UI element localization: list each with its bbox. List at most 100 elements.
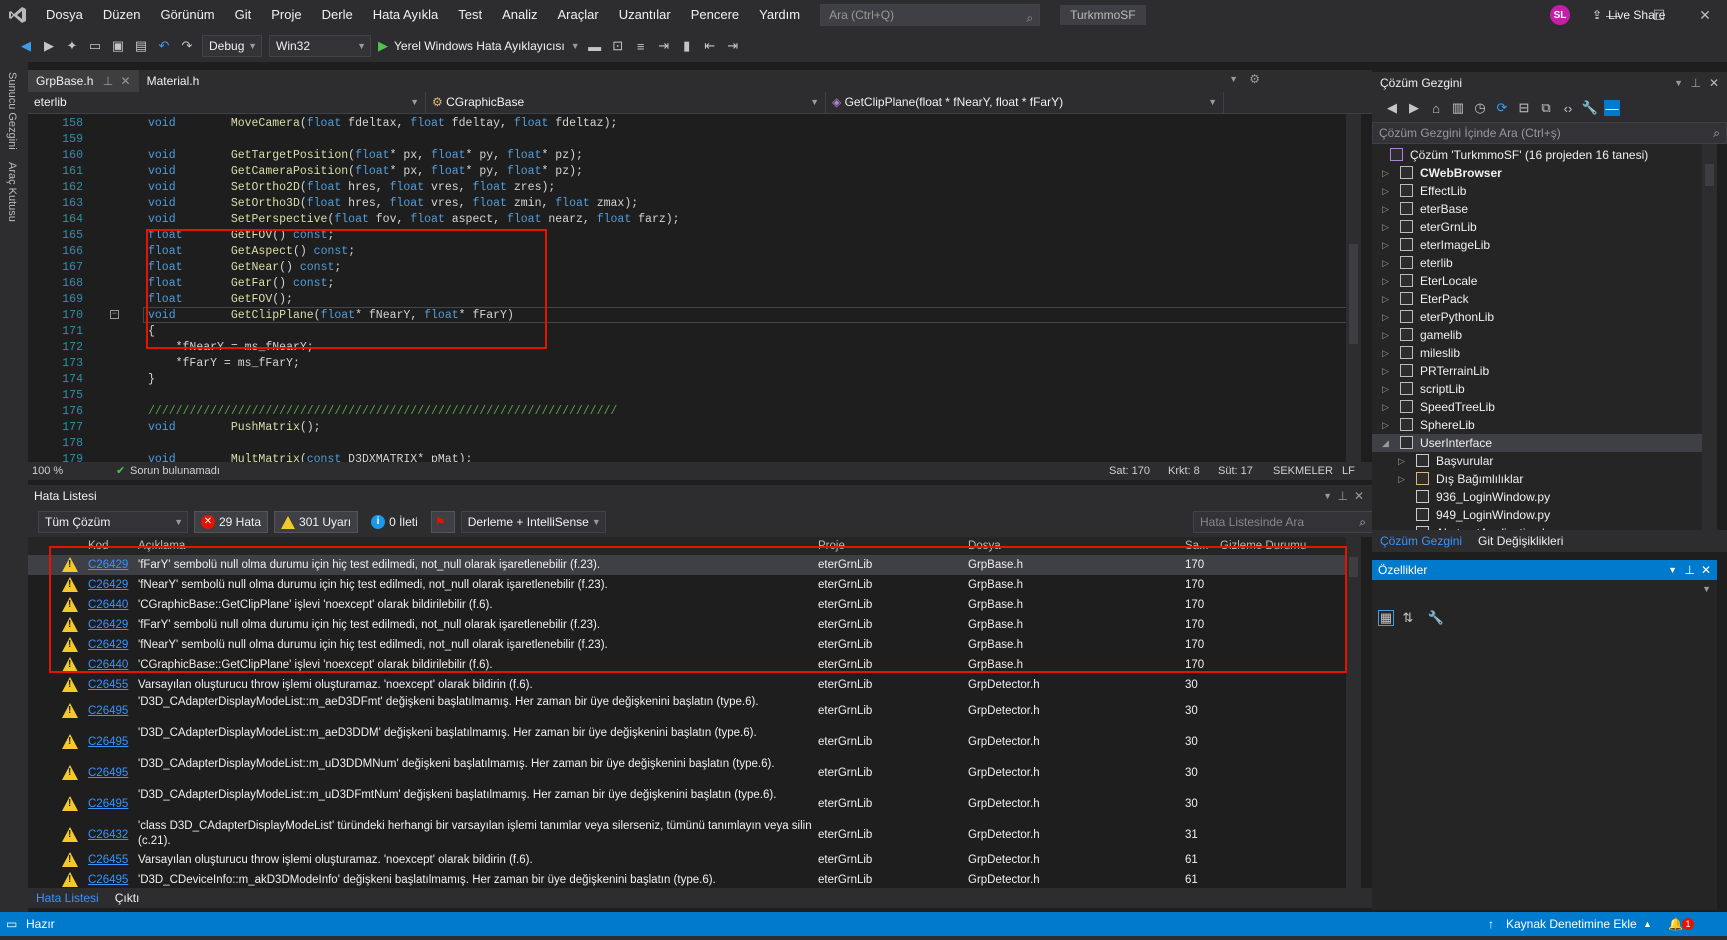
chevron-right-icon[interactable]: ▷: [1382, 218, 1389, 236]
line-ending[interactable]: LF: [1342, 462, 1355, 480]
forward-icon[interactable]: ▶: [1406, 100, 1422, 116]
tree-item-file[interactable]: 949_LoginWindow.py: [1372, 506, 1712, 524]
error-row[interactable]: C26495 'D3D_CAdapterDisplayModeList::m_uD…: [28, 757, 1354, 788]
chevron-down-icon[interactable]: ▼: [1323, 485, 1332, 507]
code-line[interactable]: 158 void MoveCamera(float fdeltax, float …: [28, 116, 1354, 132]
code-line[interactable]: 173 *fFarY = ms_fFarY;: [28, 356, 1354, 372]
tree-item-project[interactable]: ▷ PRTerrainLib: [1372, 362, 1712, 380]
home-icon[interactable]: ⌂: [1428, 100, 1444, 116]
chevron-down-icon[interactable]: ▼: [1674, 72, 1683, 94]
tree-item-project[interactable]: ▷ SpeedTreeLib: [1372, 398, 1712, 416]
view-code-icon[interactable]: ‹›: [1560, 100, 1576, 116]
error-row[interactable]: C26455 Varsayılan oluşturucu throw işlemi…: [28, 850, 1354, 870]
pin-icon[interactable]: ⊥: [1691, 72, 1701, 94]
pin-icon[interactable]: ⊥: [1338, 485, 1348, 507]
tree-item-file[interactable]: ▷ Dış Bağımlılıklar: [1372, 470, 1712, 488]
chevron-down-icon[interactable]: ▼: [1668, 560, 1677, 580]
visual-studio-logo-icon[interactable]: [0, 0, 36, 30]
chevron-right-icon[interactable]: ▷: [1382, 398, 1389, 416]
code-line[interactable]: 159: [28, 132, 1354, 148]
code-line[interactable]: 162 void SetOrtho2D(float hres, float vre…: [28, 180, 1354, 196]
tree-item-file[interactable]: 936_LoginWindow.py: [1372, 488, 1712, 506]
error-code-link[interactable]: C26432: [88, 827, 128, 843]
new-item-icon[interactable]: ✦: [64, 38, 80, 54]
tree-item-project[interactable]: ▷ mileslib: [1372, 344, 1712, 362]
sync-icon[interactable]: ⟳: [1494, 100, 1510, 116]
error-code-link[interactable]: C26455: [88, 677, 128, 693]
code-line[interactable]: 179 void MultMatrix(const D3DXMATRIX* pMa…: [28, 452, 1354, 462]
scrollbar-thumb[interactable]: [1349, 244, 1358, 344]
configuration-dropdown[interactable]: Debug ▼: [202, 35, 262, 57]
menu-item-5[interactable]: Derle: [312, 0, 363, 30]
menu-item-6[interactable]: Hata Ayıkla: [363, 0, 449, 30]
indent-mode[interactable]: SEKMELER: [1273, 462, 1333, 480]
back-icon[interactable]: ◀: [1384, 100, 1400, 116]
code-line[interactable]: 177 void PushMatrix();: [28, 420, 1354, 436]
tab-list-icon[interactable]: ▼: [1229, 74, 1238, 84]
error-code-link[interactable]: C26495: [88, 796, 128, 812]
tree-item-project[interactable]: ▷ eterImageLib: [1372, 236, 1712, 254]
save-all-icon[interactable]: ▤: [133, 38, 149, 54]
tree-item-project[interactable]: ▷ eterPythonLib: [1372, 308, 1712, 326]
tree-item-project[interactable]: ▷ scriptLib: [1372, 380, 1712, 398]
menu-item-8[interactable]: Analiz: [492, 0, 547, 30]
wrench-icon[interactable]: 🔧: [1428, 610, 1444, 626]
code-line[interactable]: 178: [28, 436, 1354, 452]
chevron-right-icon[interactable]: ▷: [1382, 326, 1389, 344]
tree-item-project[interactable]: ▷ eterBase: [1372, 200, 1712, 218]
scrollbar-thumb[interactable]: [1705, 164, 1714, 186]
platform-dropdown[interactable]: Win32 ▼: [269, 35, 371, 57]
properties-icon[interactable]: 🔧: [1582, 100, 1598, 116]
chevron-right-icon[interactable]: ▷: [1382, 254, 1389, 272]
bookmark-icon[interactable]: ▮: [679, 38, 695, 54]
chevron-right-icon[interactable]: ▷: [1382, 236, 1389, 254]
close-icon[interactable]: ✕: [121, 74, 131, 88]
error-code-link[interactable]: C26455: [88, 852, 128, 868]
tree-item-project[interactable]: ▷ EterLocale: [1372, 272, 1712, 290]
tree-item-project[interactable]: ▷ CWebBrowser: [1372, 164, 1712, 182]
history-icon[interactable]: ◷: [1472, 100, 1488, 116]
error-search-input[interactable]: Hata Listesinde Ara ⌕: [1193, 511, 1373, 533]
code-line[interactable]: 174}: [28, 372, 1354, 388]
class-dropdown[interactable]: ⚙ CGraphicBase ▼: [426, 92, 826, 113]
align-icon[interactable]: ≡: [633, 38, 649, 54]
chevron-right-icon[interactable]: ▷: [1398, 452, 1405, 470]
notification-bell-icon[interactable]: 🔔: [1668, 912, 1683, 936]
tab-error-list[interactable]: Hata Listesi: [28, 888, 107, 908]
chevron-right-icon[interactable]: ▷: [1382, 164, 1389, 182]
menu-item-11[interactable]: Pencere: [681, 0, 749, 30]
chevron-right-icon[interactable]: ▷: [1382, 344, 1389, 362]
build-filter-dropdown[interactable]: Derleme + IntelliSense ▼: [460, 511, 606, 533]
error-code-link[interactable]: C26495: [88, 872, 128, 888]
server-explorer-tab[interactable]: Sunucu Gezgini: [6, 72, 18, 150]
messages-filter-button[interactable]: i0 İleti: [364, 511, 425, 533]
menu-item-1[interactable]: Düzen: [93, 0, 151, 30]
menu-item-7[interactable]: Test: [448, 0, 492, 30]
tree-item-project[interactable]: ▷ EffectLib: [1372, 182, 1712, 200]
error-row[interactable]: C26495 'D3D_CAdapterDisplayModeList::m_ae…: [28, 726, 1354, 757]
menu-item-4[interactable]: Proje: [261, 0, 311, 30]
tab-solution-explorer[interactable]: Çözüm Gezgini: [1372, 530, 1470, 552]
code-line[interactable]: 164 void SetPerspective(float fov, float …: [28, 212, 1354, 228]
forward-icon[interactable]: ▶: [41, 38, 57, 54]
alphabetical-icon[interactable]: ⇅: [1400, 610, 1416, 626]
chevron-right-icon[interactable]: ▷: [1382, 308, 1389, 326]
bookmark-prev-icon[interactable]: ⇤: [702, 38, 718, 54]
tree-item-project[interactable]: ▷ SphereLib: [1372, 416, 1712, 434]
start-debugging-button[interactable]: ▶ Yerel Windows Hata Ayıklayıcısı ▼: [378, 38, 580, 54]
error-row[interactable]: C26495 'D3D_CDeviceInfo::m_akD3DModeInfo'…: [28, 870, 1354, 888]
tab-material[interactable]: Material.h: [139, 70, 208, 92]
tree-item-project[interactable]: ▷ EterPack: [1372, 290, 1712, 308]
editor-scrollbar[interactable]: [1346, 114, 1361, 462]
chevron-down-icon[interactable]: ▼: [1702, 584, 1711, 594]
pin-icon[interactable]: ⊥: [103, 74, 113, 88]
solution-search-input[interactable]: Çözüm Gezgini İçinde Ara (Ctrl+ş) ⌕: [1372, 122, 1727, 144]
issues-status[interactable]: Sorun bulunamadı: [130, 462, 220, 480]
tree-item-project[interactable]: ▷ eterGrnLib: [1372, 218, 1712, 236]
tree-item-project[interactable]: ▷ eterlib: [1372, 254, 1712, 272]
scope-dropdown[interactable]: Tüm Çözüm ▼: [38, 511, 188, 533]
redo-icon[interactable]: ↷: [179, 38, 195, 54]
solution-root[interactable]: Çözüm 'TurkmmoSF' (16 projeden 16 tanesi…: [1372, 146, 1712, 164]
screenshot-icon[interactable]: ⊡: [610, 38, 626, 54]
avatar[interactable]: SL: [1550, 5, 1570, 25]
